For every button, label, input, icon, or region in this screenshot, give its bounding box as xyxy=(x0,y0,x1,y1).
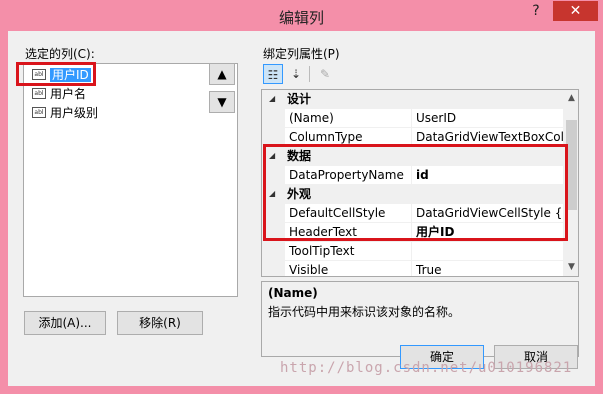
scroll-down-icon[interactable]: ▼ xyxy=(563,259,578,276)
watermark-text: http://blog.csdn.net/u010196821 xyxy=(280,360,573,376)
property-row[interactable]: (Name) UserID xyxy=(262,109,563,128)
list-item[interactable]: abl 用户名 xyxy=(28,85,90,103)
scroll-up-icon[interactable]: ▲ xyxy=(563,90,578,107)
highlight-box-selected-column xyxy=(16,62,96,86)
edit-columns-dialog: 编辑列 ? ✕ 选定的列(C): abl 用户ID abl 用户名 abl 用户… xyxy=(0,0,603,394)
toolbar-separator xyxy=(309,66,310,82)
row-gutter xyxy=(262,109,285,128)
help-button[interactable]: ? xyxy=(527,2,545,20)
column-icon: abl xyxy=(32,107,46,118)
property-value[interactable] xyxy=(412,242,563,261)
add-button[interactable]: 添加(A)... xyxy=(24,311,106,335)
property-name: ToolTipText xyxy=(285,242,412,261)
property-name: Visible xyxy=(285,261,412,276)
list-item[interactable]: abl 用户级别 xyxy=(28,104,102,122)
move-down-button[interactable]: ▼ xyxy=(209,91,235,113)
list-item-label: 用户名 xyxy=(50,87,87,101)
remove-button[interactable]: 移除(R) xyxy=(117,311,203,335)
property-name: (Name) xyxy=(285,109,412,128)
move-up-button[interactable]: ▲ xyxy=(209,63,235,85)
title-bar[interactable]: 编辑列 ? ✕ xyxy=(0,0,603,31)
dialog-client-area: 选定的列(C): abl 用户ID abl 用户名 abl 用户级别 ▲ ▼ 添… xyxy=(8,31,595,386)
description-text: 指示代码中用来标识该对象的名称。 xyxy=(268,305,461,319)
property-value[interactable]: UserID xyxy=(412,109,563,128)
category-row-design[interactable]: ◢ 设计 xyxy=(262,90,563,109)
column-icon: abl xyxy=(32,88,46,99)
highlight-box-properties xyxy=(263,144,568,241)
selected-columns-list[interactable]: abl 用户ID abl 用户名 abl 用户级别 xyxy=(23,63,238,297)
property-row[interactable]: Visible True xyxy=(262,261,563,276)
categorized-icon[interactable]: ☷ xyxy=(263,64,283,84)
property-value[interactable]: True xyxy=(412,261,563,276)
property-row[interactable]: ToolTipText xyxy=(262,242,563,261)
bound-column-properties-label: 绑定列属性(P) xyxy=(263,47,340,61)
dialog-title: 编辑列 xyxy=(278,9,324,27)
alphabetical-icon[interactable]: ⇣ xyxy=(286,64,306,84)
property-grid-toolbar: ☷ ⇣ ✎ xyxy=(263,64,343,86)
selected-columns-label: 选定的列(C): xyxy=(25,47,95,61)
category-label: 设计 xyxy=(287,92,312,106)
wrench-icon[interactable]: ✎ xyxy=(315,64,335,84)
collapse-icon[interactable]: ◢ xyxy=(269,95,275,103)
description-title: (Name) xyxy=(268,286,318,300)
close-button[interactable]: ✕ xyxy=(553,1,598,21)
row-gutter xyxy=(262,261,285,276)
row-gutter xyxy=(262,242,285,261)
list-item-label: 用户级别 xyxy=(50,106,99,120)
